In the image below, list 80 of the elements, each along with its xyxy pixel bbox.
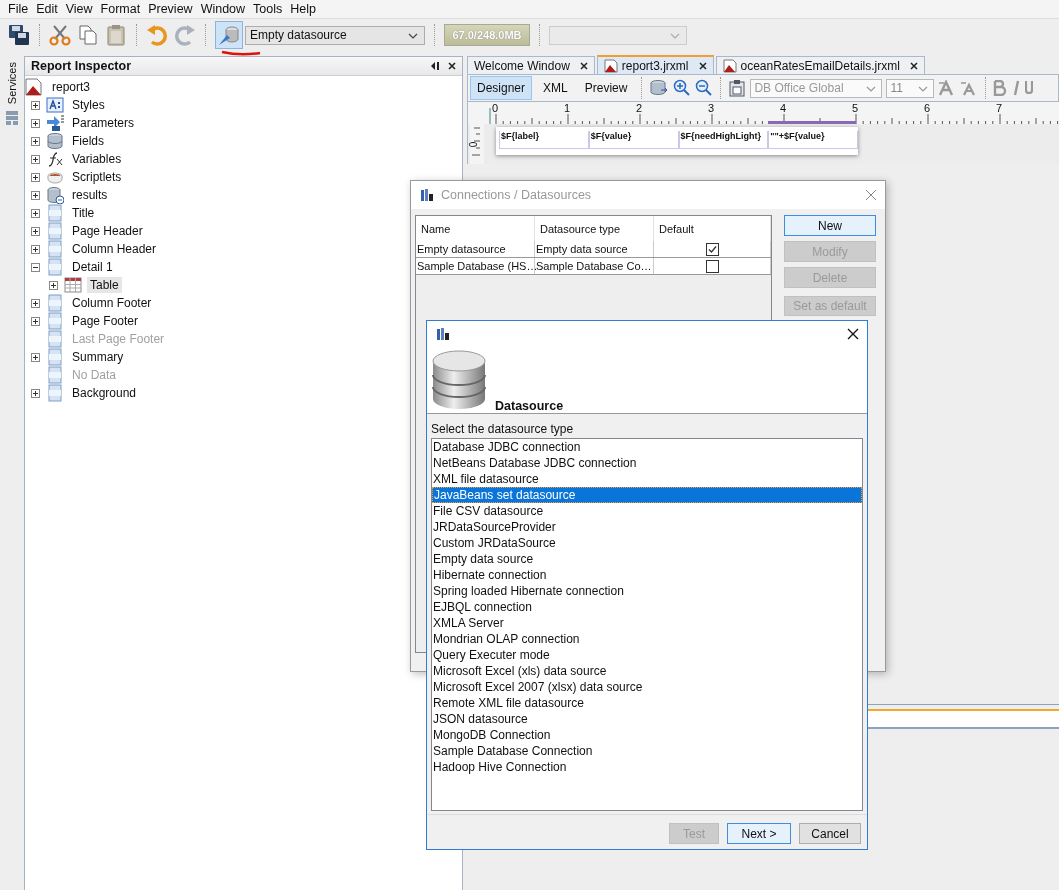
tree-item[interactable]: report3 xyxy=(49,79,94,95)
ruler-number: 0 xyxy=(468,141,480,148)
view-tab[interactable]: Preview xyxy=(578,77,634,99)
tree-item[interactable]: Scriptlets xyxy=(69,169,125,185)
tree-item[interactable]: Parameters xyxy=(69,115,138,131)
dialog-button[interactable]: New xyxy=(784,215,876,236)
list-item[interactable]: Sample Database Connection xyxy=(432,743,862,759)
tree-item[interactable]: Styles xyxy=(69,97,108,113)
tree-item[interactable]: Variables xyxy=(69,151,125,167)
menu-item[interactable]: File xyxy=(4,2,33,16)
services-tab[interactable]: Services xyxy=(6,60,18,107)
tab-label: report3.jrxml xyxy=(621,58,689,73)
tab-label: Welcome Window xyxy=(474,58,570,73)
view-tab[interactable]: XML xyxy=(537,77,574,99)
table-cell: Empty data source xyxy=(535,241,654,257)
text-field[interactable]: ""+$F{value} xyxy=(768,131,858,149)
list-item[interactable]: NetBeans Database JDBC connection xyxy=(432,455,862,471)
tree-item[interactable]: Page Footer xyxy=(69,313,142,329)
tree-item[interactable]: Page Header xyxy=(69,223,146,239)
text-field[interactable]: $F{value} xyxy=(588,131,679,149)
ruler-number: 4 xyxy=(780,102,787,114)
tree-item[interactable]: Fields xyxy=(69,133,107,149)
tree-item[interactable]: Detail 1 xyxy=(69,259,116,275)
list-item[interactable]: MongoDB Connection xyxy=(432,727,862,743)
tree-item[interactable]: Column Footer xyxy=(69,295,155,311)
tree-item[interactable]: results xyxy=(69,187,111,203)
ruler-number: 2 xyxy=(636,102,643,114)
ruler-number: 3 xyxy=(708,102,715,114)
text-field[interactable]: $F{needHighLight} xyxy=(678,131,769,149)
list-item[interactable]: JavaBeans set datasource xyxy=(432,487,862,503)
list-item[interactable]: JRDataSourceProvider xyxy=(432,519,862,535)
menu-item[interactable]: Edit xyxy=(32,2,62,16)
list-item[interactable]: Microsoft Excel 2007 (xlsx) data source xyxy=(432,679,862,695)
list-item[interactable]: EJBQL connection xyxy=(432,599,862,615)
ruler-number: 7 xyxy=(996,102,1003,114)
editor-tab[interactable]: Welcome Window xyxy=(467,56,595,74)
menu-item[interactable]: Preview xyxy=(144,2,197,16)
table-cell: Sample Database (HS… xyxy=(416,258,535,274)
menu-item[interactable]: Window xyxy=(196,2,250,16)
list-item[interactable]: Microsoft Excel (xls) data source xyxy=(432,663,862,679)
tree-item[interactable]: Column Header xyxy=(69,241,160,257)
dialog-title: Connections / Datasources xyxy=(441,188,593,202)
tree-item[interactable]: Background xyxy=(69,385,140,401)
text-field[interactable]: $F{label} xyxy=(499,131,589,149)
table-cell: Sample Database Co… xyxy=(535,258,654,274)
dialog-button[interactable]: Next > xyxy=(727,823,791,844)
panel-title: Report Inspector xyxy=(31,59,132,73)
menu-item[interactable]: Help xyxy=(286,2,320,16)
tree-item[interactable]: Summary xyxy=(69,349,127,365)
editor-tab[interactable]: report3.jrxml xyxy=(596,55,714,74)
list-item[interactable]: XML file datasource xyxy=(432,471,862,487)
ruler-number: 1 xyxy=(564,102,571,114)
ruler-number: 0 xyxy=(492,102,499,114)
list-item[interactable]: Remote XML file datasource xyxy=(432,695,862,711)
tree-item[interactable]: Title xyxy=(69,205,98,221)
list-item[interactable]: Hadoop Hive Connection xyxy=(432,759,862,775)
list-item[interactable]: JSON datasource xyxy=(432,711,862,727)
list-item[interactable]: File CSV datasource xyxy=(432,503,862,519)
list-item[interactable]: Spring loaded Hibernate connection xyxy=(432,583,862,599)
editor-tab[interactable]: oceanRatesEmailDetails.jrxml xyxy=(715,56,925,74)
menu-item[interactable]: Tools xyxy=(249,2,287,16)
view-tab[interactable]: Designer xyxy=(470,76,533,100)
tree-item[interactable]: Table xyxy=(87,277,122,293)
list-item[interactable]: Query Executer mode xyxy=(432,647,862,663)
list-item[interactable]: Empty data source xyxy=(432,551,862,567)
dialog-heading: Datasource xyxy=(495,399,564,413)
table-cell: Empty datasource xyxy=(416,241,535,257)
prompt-label: Select the datasource type xyxy=(431,421,575,438)
ruler-number: 6 xyxy=(924,102,931,114)
list-item[interactable]: Database JDBC connection xyxy=(432,439,862,455)
list-item[interactable]: XMLA Server xyxy=(432,615,862,631)
list-item[interactable]: Custom JRDataSource xyxy=(432,535,862,551)
dialog-button[interactable]: Cancel xyxy=(799,823,861,844)
ruler-number: 5 xyxy=(852,102,859,114)
menu-item[interactable]: Format xyxy=(96,2,145,16)
menu-item[interactable]: View xyxy=(61,2,97,16)
datasource-dropdown[interactable]: Empty datasource xyxy=(245,25,425,45)
list-item[interactable]: Hibernate connection xyxy=(432,567,862,583)
tab-label: oceanRatesEmailDetails.jrxml xyxy=(740,58,900,73)
list-item[interactable]: Mondrian OLAP connection xyxy=(432,631,862,647)
